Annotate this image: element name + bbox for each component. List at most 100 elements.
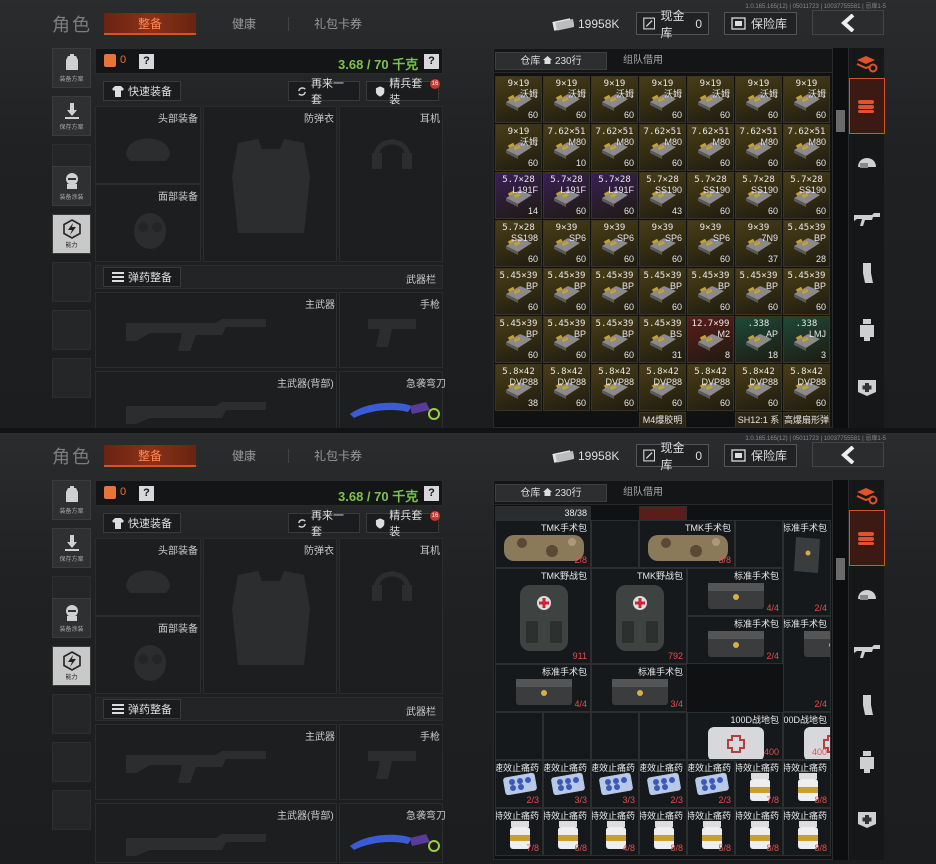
ammo-cell[interactable]: 9×19 沃姆 60 — [639, 76, 686, 123]
tab-warehouse[interactable]: 仓库 230行 — [495, 52, 607, 70]
repeat-set-button[interactable]: 再来一套 — [288, 510, 360, 538]
sidebar-equipment-paint[interactable]: 装备涂装 — [52, 598, 91, 638]
med-item[interactable]: 特效止痛药 8/8 — [783, 808, 831, 856]
ammo-cell[interactable]: 5.8×42 DVP88 38 — [495, 364, 542, 411]
cash-vault-button[interactable]: 现金库 0 — [636, 9, 709, 40]
quick-equip-button[interactable]: 快速装备 — [103, 513, 181, 533]
category-attachments[interactable] — [849, 734, 885, 790]
ammo-cell[interactable]: 7.62×51 M80 60 — [639, 124, 686, 171]
safe-button[interactable]: 保险库 — [724, 12, 797, 35]
ammo-cell[interactable]: 9×39 SP6 60 — [543, 220, 590, 267]
gear-item[interactable]: TMK手术包 2/8 — [495, 520, 591, 568]
med-item[interactable]: 特效止痛药 7/8 — [495, 808, 543, 856]
empty-cell[interactable] — [639, 712, 687, 760]
empty-cell[interactable] — [591, 520, 639, 568]
quick-equip-button[interactable]: 快速装备 — [103, 81, 181, 101]
category-all[interactable] — [849, 484, 885, 508]
gear-item[interactable]: 标准手术包 4/4 — [495, 664, 591, 712]
ammo-cell[interactable]: 5.45×39 BP 60 — [495, 268, 542, 315]
slot-primary-weapon[interactable] — [95, 292, 337, 368]
sidebar-equipment-paint[interactable]: 装备涂装 — [52, 166, 91, 206]
gear-item[interactable]: TMK野战包 792 — [591, 568, 687, 664]
tab-loadout[interactable]: 整备 — [104, 445, 196, 467]
ammo-cell[interactable]: 5.45×39 BP 60 — [543, 316, 590, 363]
ammo-cell[interactable]: 9×39 SP6 60 — [639, 220, 686, 267]
ammo-cell[interactable]: 5.8×42 DVP88 60 — [543, 364, 590, 411]
ammo-cell[interactable]: 7.62×51 M80 60 — [783, 124, 830, 171]
ammo-cell[interactable]: 5.8×42 DVP88 60 — [687, 364, 734, 411]
ammo-cell[interactable]: 9×39 SP6 60 — [687, 220, 734, 267]
storage-scrollbar[interactable] — [833, 48, 848, 428]
partial-top-item[interactable] — [639, 506, 687, 520]
tab-squad-borrow[interactable]: 组队借用 — [608, 52, 678, 70]
ammo-cell[interactable]: 5.7×28 SS190 60 — [687, 172, 734, 219]
gear-item[interactable]: 标准手术包 4/4 — [687, 568, 783, 616]
slot-armor[interactable] — [203, 538, 337, 694]
ammo-cell[interactable]: 9×19 沃姆 60 — [735, 76, 782, 123]
ammo-cell[interactable]: 9×19 沃姆 60 — [543, 76, 590, 123]
med-item[interactable]: 速效止痛药 3/3 — [591, 760, 639, 808]
scrollbar-thumb[interactable] — [836, 558, 845, 580]
tab-health[interactable]: 健康 — [200, 13, 289, 35]
ammo-cell[interactable]: .338 LMJ 3 — [783, 316, 830, 363]
help-button[interactable]: ? — [139, 486, 154, 501]
safe-button[interactable]: 保险库 — [724, 444, 797, 467]
tab-gift-vouchers[interactable]: 礼包卡券 — [292, 13, 384, 35]
category-gear[interactable] — [849, 566, 885, 622]
ammo-cell-partial[interactable]: SH12:1 系 — [735, 412, 782, 427]
ammo-cell-partial[interactable]: M4爆胶明 — [639, 412, 686, 427]
empty-cell[interactable] — [735, 520, 783, 568]
ammo-cell[interactable]: 5.8×42 DVP88 60 — [591, 364, 638, 411]
ammo-cell[interactable]: 5.45×39 BP 60 — [735, 268, 782, 315]
category-magazines[interactable] — [849, 246, 885, 302]
med-item[interactable]: 特效止痛药 4/8 — [591, 808, 639, 856]
med-item[interactable]: 特效止痛药 6/8 — [543, 808, 591, 856]
slot-ear[interactable] — [339, 538, 443, 694]
med-item[interactable]: 速效止痛药 2/3 — [687, 760, 735, 808]
tab-squad-borrow[interactable]: 组队借用 — [608, 484, 678, 502]
ammo-cell[interactable]: 5.8×42 DVP88 60 — [735, 364, 782, 411]
med-item[interactable]: 特效止痛药 7/8 — [735, 760, 783, 808]
gear-item[interactable]: 标准手术包 3/4 — [591, 664, 687, 712]
med-item[interactable]: 特效止痛药 8/8 — [783, 760, 831, 808]
ammo-cell[interactable]: 9×19 沃姆 60 — [687, 76, 734, 123]
med-item[interactable]: 速效止痛药 2/3 — [495, 760, 543, 808]
scrollbar-thumb[interactable] — [836, 110, 845, 132]
ammo-cell[interactable]: 5.8×42 DVP88 60 — [783, 364, 830, 411]
ammo-cell[interactable]: 9×19 沃姆 60 — [495, 124, 542, 171]
sidebar-save-plan[interactable]: 保存方案 — [52, 96, 91, 136]
gear-item[interactable]: 100D战地包 400 — [687, 712, 783, 760]
ammo-cell-partial[interactable]: 高爆扇形弹 — [783, 412, 830, 427]
ammo-cell[interactable]: 5.45×39 BP 60 — [783, 268, 830, 315]
med-item[interactable]: 特效止痛药 8/8 — [735, 808, 783, 856]
sidebar-gear-plan[interactable]: 装备方案 — [52, 48, 91, 88]
empty-cell[interactable] — [543, 712, 591, 760]
ammo-cell[interactable]: 7.62×51 M80 60 — [735, 124, 782, 171]
gear-item[interactable]: TMK野战包 911 — [495, 568, 591, 664]
elite-set-button[interactable]: 精兵套装 — [366, 510, 439, 538]
slot-armor[interactable] — [203, 106, 337, 262]
sidebar-ability[interactable]: 能力 — [52, 214, 91, 254]
tab-health[interactable]: 健康 — [200, 445, 289, 467]
ammo-cell[interactable]: 5.45×39 BP 60 — [591, 316, 638, 363]
gear-item[interactable]: 标准手术包 2/4 — [783, 616, 831, 712]
category-magazines[interactable] — [849, 678, 885, 734]
ammo-cell[interactable]: 5.7×28 L191F 14 — [495, 172, 542, 219]
ammo-cell[interactable]: 7.62×51 M80 60 — [687, 124, 734, 171]
ammo-cell[interactable]: 7.62×51 M80 10 — [543, 124, 590, 171]
repeat-set-button[interactable]: 再来一套 — [288, 78, 360, 106]
category-medical[interactable] — [849, 358, 885, 414]
ammo-cell[interactable]: 5.45×39 BP 60 — [639, 268, 686, 315]
empty-cell[interactable] — [591, 712, 639, 760]
med-item[interactable]: 速效止痛药 2/3 — [639, 760, 687, 808]
elite-set-button[interactable]: 精兵套装 — [366, 78, 439, 106]
ammo-cell[interactable]: 5.45×39 BS 31 — [639, 316, 686, 363]
ammo-cell[interactable]: 12.7×99 M2 8 — [687, 316, 734, 363]
ammo-cell[interactable]: 9×19 沃姆 60 — [783, 76, 830, 123]
med-item[interactable]: 特效止痛药 5/8 — [687, 808, 735, 856]
category-gear[interactable] — [849, 134, 885, 190]
tab-warehouse[interactable]: 仓库 230行 — [495, 484, 607, 502]
back-button[interactable] — [812, 442, 884, 467]
partial-top-item[interactable]: 38/38 — [495, 506, 591, 520]
ammo-cell[interactable]: 5.7×28 SS190 60 — [783, 172, 830, 219]
